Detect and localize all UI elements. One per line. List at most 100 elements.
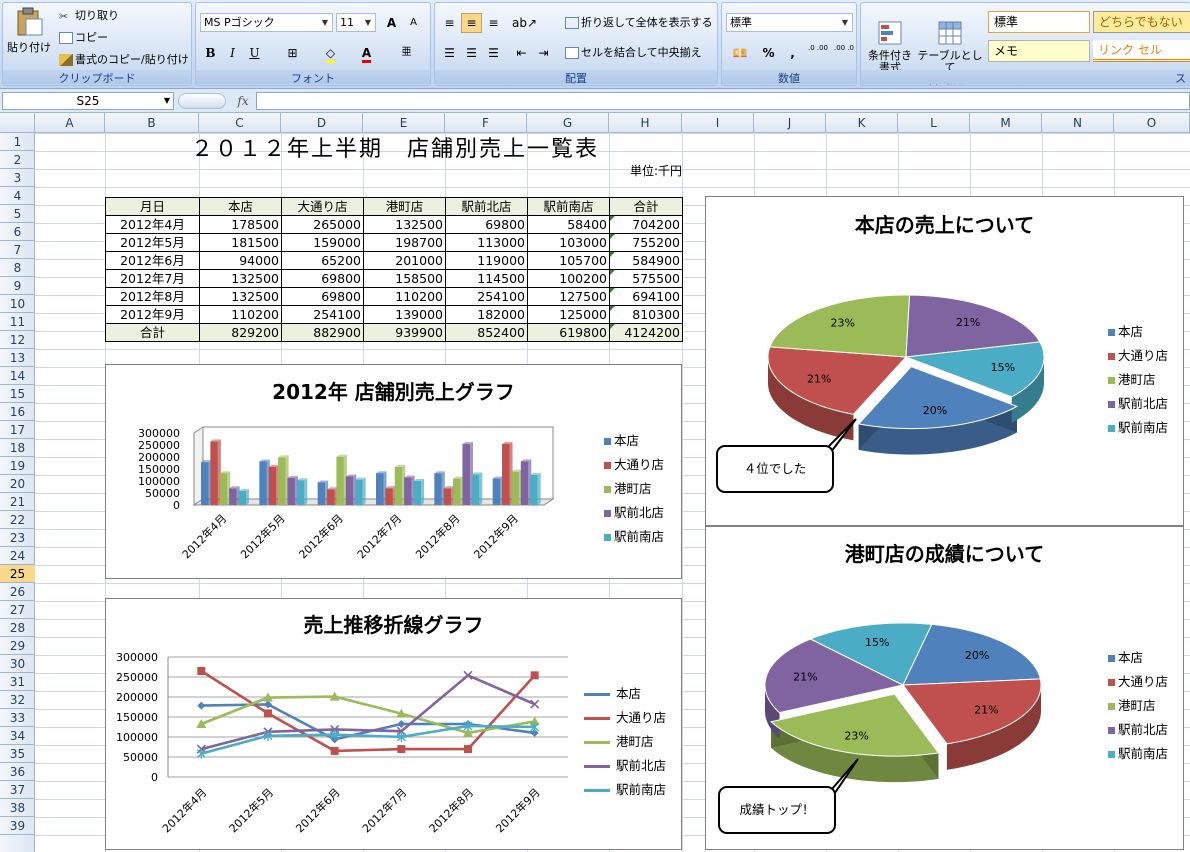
row-header[interactable]: 7: [0, 241, 35, 259]
table-cell[interactable]: 2012年6月: [105, 251, 200, 270]
table-cell[interactable]: 105700: [527, 251, 610, 270]
table-cell[interactable]: 619800: [527, 323, 610, 342]
column-header[interactable]: J: [754, 113, 826, 133]
merge-center-button[interactable]: セルを結合して中央揃え: [565, 46, 702, 60]
insert-function-button[interactable]: fx: [230, 92, 256, 110]
column-header[interactable]: A: [35, 113, 105, 133]
pie-chart-main-store[interactable]: 本店の売上について 20% 21% 23% 21% 15% 本店 大通り店 港町店 駅前北店駅…: [705, 196, 1184, 526]
table-cell[interactable]: 694100: [609, 287, 683, 306]
bar-chart[interactable]: 2012年 店舗別売上グラフ 300000 250000 200000 150000 1…: [105, 364, 682, 579]
cut-button[interactable]: ✂ 切り取り: [59, 9, 119, 23]
align-right-button[interactable]: ☰: [483, 43, 504, 63]
table-cell[interactable]: 110200: [363, 287, 446, 306]
column-header[interactable]: E: [363, 113, 445, 133]
table-cell[interactable]: 119000: [445, 251, 528, 270]
table-cell[interactable]: 本店: [199, 197, 282, 216]
column-header[interactable]: M: [970, 113, 1042, 133]
select-all-button[interactable]: [0, 113, 35, 133]
align-middle-button[interactable]: ≡: [461, 13, 482, 33]
row-header[interactable]: 39: [0, 817, 35, 835]
table-cell[interactable]: 100200: [527, 269, 610, 288]
row-header[interactable]: 8: [0, 259, 35, 277]
table-cell[interactable]: 132500: [363, 215, 446, 234]
table-cell[interactable]: 198700: [363, 233, 446, 252]
line-chart[interactable]: 売上推移折線グラフ 300000 250000 200000 150000 100000…: [105, 598, 682, 850]
table-cell[interactable]: 69800: [445, 215, 528, 234]
wrap-text-button[interactable]: 折り返して全体を表示する: [565, 16, 713, 30]
increase-indent-button[interactable]: ⇥: [533, 43, 554, 63]
comma-button[interactable]: ,: [782, 43, 803, 63]
style-standard[interactable]: 標準: [988, 11, 1090, 33]
table-cell[interactable]: 駅前南店: [527, 197, 610, 216]
table-cell[interactable]: 265000: [281, 215, 364, 234]
row-header[interactable]: 5: [0, 205, 35, 223]
align-center-button[interactable]: ☰: [461, 43, 482, 63]
align-left-button[interactable]: ☰: [439, 43, 460, 63]
row-header[interactable]: 24: [0, 547, 35, 565]
table-cell[interactable]: 882900: [281, 323, 364, 342]
column-header[interactable]: L: [898, 113, 970, 133]
row-header[interactable]: 15: [0, 385, 35, 403]
underline-button[interactable]: U: [244, 43, 265, 63]
row-header[interactable]: 22: [0, 511, 35, 529]
percent-button[interactable]: %: [758, 43, 779, 63]
table-cell[interactable]: 704200: [609, 215, 683, 234]
pie-chart-minatomachi[interactable]: 港町店の成績について 20% 21% 23% 21% 15% 本店 大通り店 港町店 駅前北店…: [705, 526, 1184, 850]
table-cell[interactable]: 港町店: [363, 197, 446, 216]
row-header[interactable]: 13: [0, 349, 35, 367]
table-cell[interactable]: 月日: [105, 197, 200, 216]
row-header[interactable]: 32: [0, 691, 35, 709]
row-header[interactable]: 21: [0, 493, 35, 511]
table-cell[interactable]: 65200: [281, 251, 364, 270]
table-cell[interactable]: 69800: [281, 269, 364, 288]
table-cell[interactable]: 94000: [199, 251, 282, 270]
table-cell[interactable]: 2012年9月: [105, 305, 200, 324]
row-header[interactable]: 28: [0, 619, 35, 637]
table-cell[interactable]: 939900: [363, 323, 446, 342]
table-cell[interactable]: 829200: [199, 323, 282, 342]
border-button[interactable]: ⊞: [282, 43, 303, 63]
table-cell[interactable]: 132500: [199, 269, 282, 288]
copy-button[interactable]: コピー: [59, 31, 108, 45]
column-header[interactable]: B: [105, 113, 199, 133]
column-header[interactable]: G: [527, 113, 609, 133]
font-color-button[interactable]: A: [356, 43, 377, 63]
increase-decimal-button[interactable]: .0 .00: [806, 43, 830, 63]
row-header[interactable]: 25: [0, 565, 35, 583]
table-cell[interactable]: 2012年7月: [105, 269, 200, 288]
table-cell[interactable]: 103000: [527, 233, 610, 252]
font-name-select[interactable]: MS Pゴシック ▼: [200, 13, 333, 32]
row-header[interactable]: 3: [0, 169, 35, 187]
table-cell[interactable]: 4124200: [609, 323, 683, 342]
format-painter-button[interactable]: 書式のコピー/貼り付け: [59, 53, 189, 67]
decrease-indent-button[interactable]: ⇤: [511, 43, 532, 63]
row-header[interactable]: 30: [0, 655, 35, 673]
column-header[interactable]: K: [826, 113, 898, 133]
row-header[interactable]: 10: [0, 295, 35, 313]
phonetic-button[interactable]: 亜: [396, 43, 417, 63]
row-header[interactable]: 37: [0, 781, 35, 799]
row-header[interactable]: 2: [0, 151, 35, 169]
row-header[interactable]: 35: [0, 745, 35, 763]
table-cell[interactable]: 2012年4月: [105, 215, 200, 234]
style-neutral[interactable]: どちらでもない: [1093, 11, 1190, 33]
table-cell[interactable]: 182000: [445, 305, 528, 324]
row-header[interactable]: 19: [0, 457, 35, 475]
table-cell[interactable]: 139000: [363, 305, 446, 324]
table-cell[interactable]: 大通り店: [281, 197, 364, 216]
fill-color-button[interactable]: ◇: [320, 43, 341, 63]
table-cell[interactable]: 合計: [105, 323, 200, 342]
row-header[interactable]: 29: [0, 637, 35, 655]
column-header[interactable]: D: [281, 113, 363, 133]
font-size-select[interactable]: 11 ▼: [336, 13, 376, 32]
row-header[interactable]: 34: [0, 727, 35, 745]
row-header[interactable]: 33: [0, 709, 35, 727]
table-cell[interactable]: 584900: [609, 251, 683, 270]
table-cell[interactable]: 159000: [281, 233, 364, 252]
table-cell[interactable]: 2012年8月: [105, 287, 200, 306]
column-header[interactable]: N: [1042, 113, 1114, 133]
table-cell[interactable]: 58400: [527, 215, 610, 234]
column-header[interactable]: I: [682, 113, 754, 133]
align-top-button[interactable]: ≡: [439, 13, 460, 33]
table-cell[interactable]: 201000: [363, 251, 446, 270]
